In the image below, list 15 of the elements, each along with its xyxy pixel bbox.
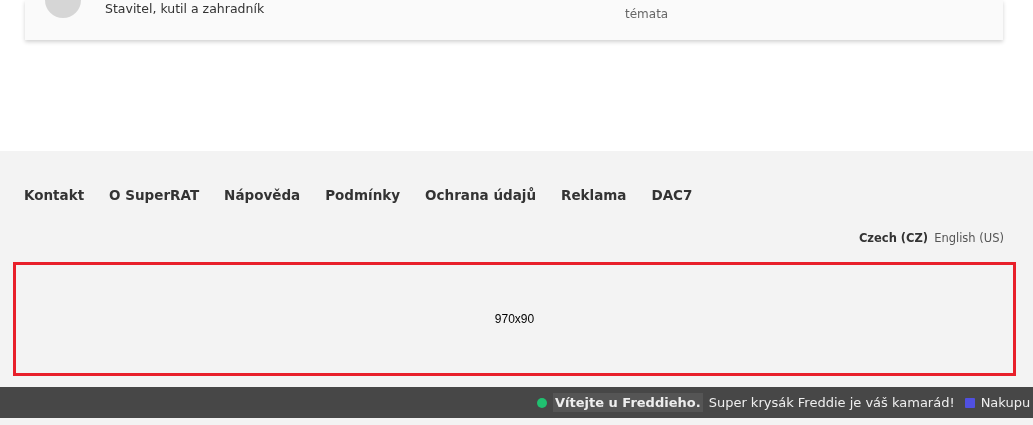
language-link[interactable]: English (US) <box>934 231 1004 245</box>
topics-label: témata <box>625 7 669 21</box>
footer-link[interactable]: O SuperRAT <box>109 187 200 203</box>
ticker-text: Nakupu <box>980 395 1031 410</box>
footer-link[interactable]: Kontakt <box>24 187 85 203</box>
ticker-title: Vítejte u Freddieho. <box>553 393 703 412</box>
ticker-text: Super krysák Freddie je váš kamarád! <box>708 395 955 410</box>
ad-size-label: 970x90 <box>494 312 535 326</box>
profile-subtitle: Stavitel, kutil a zahradník <box>105 1 266 16</box>
footer-link[interactable]: Nápověda <box>224 187 301 203</box>
footer-link[interactable]: Reklama <box>561 187 627 203</box>
footer-link[interactable]: Podmínky <box>325 187 401 203</box>
footer-link[interactable]: Ochrana údajů <box>425 187 536 203</box>
footer-link[interactable]: DAC7 <box>651 187 693 203</box>
language-link[interactable]: Czech (CZ) <box>858 231 929 245</box>
